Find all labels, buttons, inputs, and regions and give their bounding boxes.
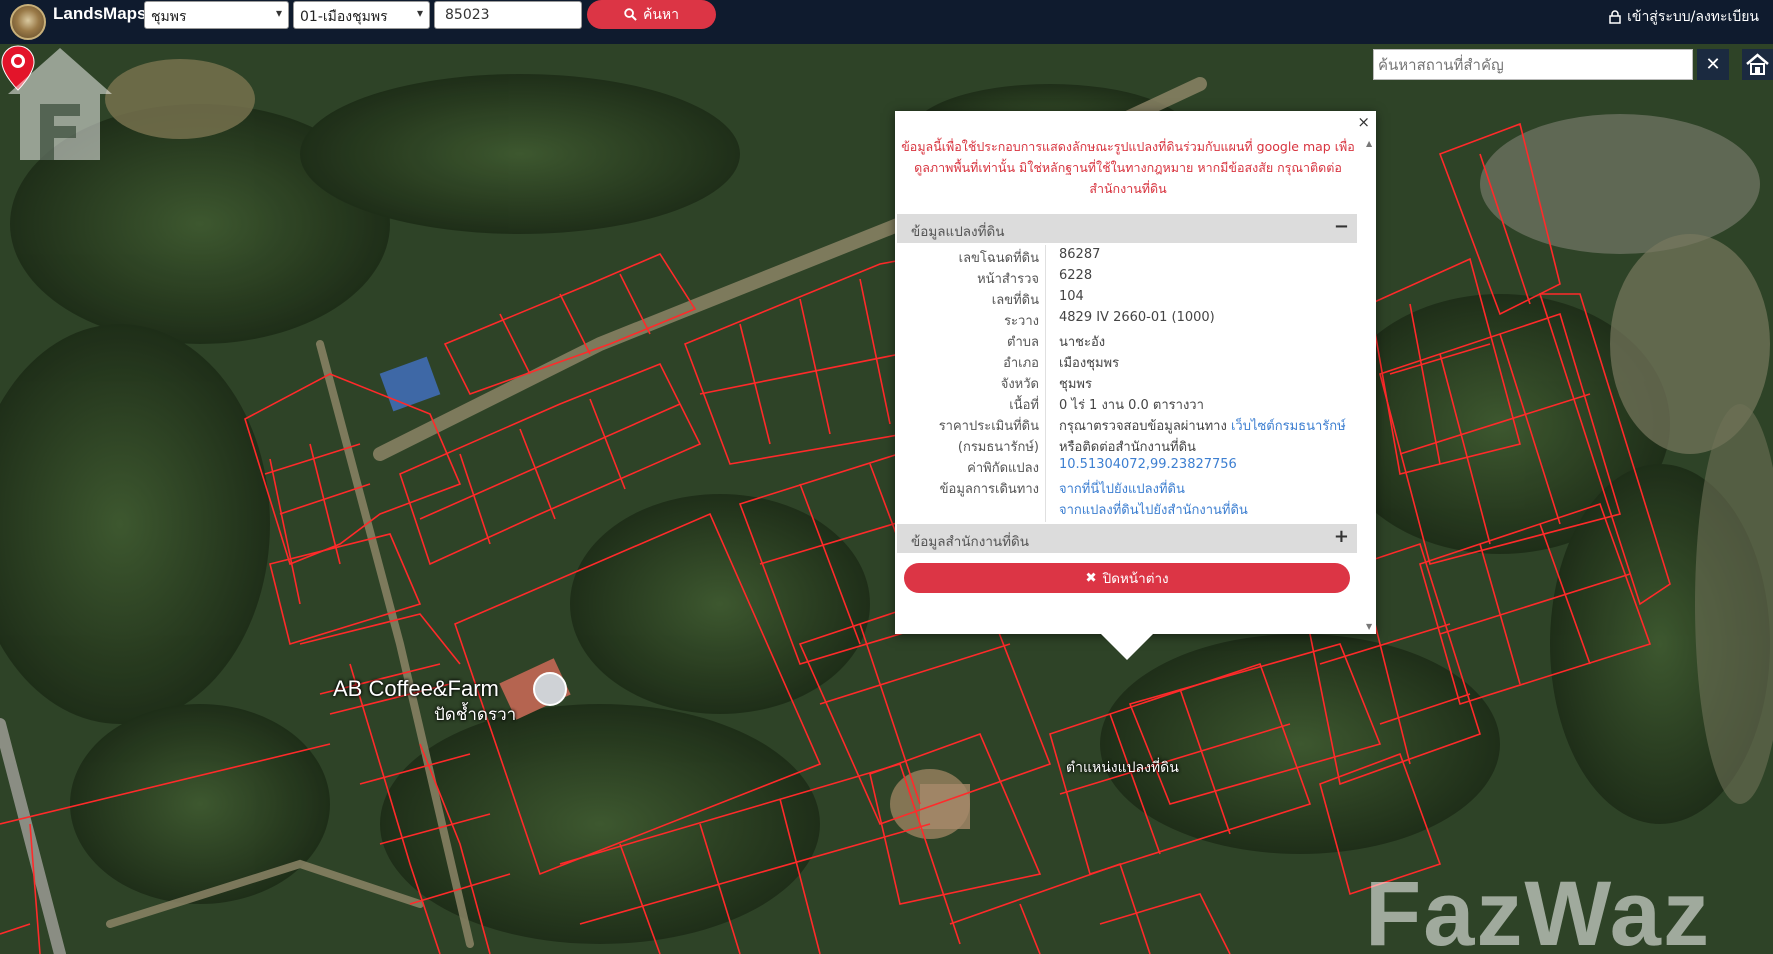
info-row-area: เนื้อที่ 0 ไร่ 1 งาน 0.0 ตารางวา xyxy=(897,392,1357,413)
disclaimer-text: ข้อมูลนี้เพื่อใช้ประกอบการแสดงลักษณะรูปแ… xyxy=(901,139,1355,196)
province-select-value: ชุมพร xyxy=(151,9,187,25)
scroll-up-icon[interactable]: ▲ xyxy=(1366,139,1372,148)
row-label: เลขที่ดิน xyxy=(991,293,1039,308)
search-button[interactable]: ค้นหา xyxy=(587,0,716,29)
row-label: จังหวัด xyxy=(1000,377,1039,392)
lock-icon xyxy=(1609,10,1621,24)
expand-icon[interactable]: + xyxy=(1334,526,1349,547)
top-navbar: LandsMaps ชุมพร ▾ 01-เมืองชุมพร ▾ ค้นหา … xyxy=(0,0,1773,44)
district-select-value: 01-เมืองชุมพร xyxy=(300,9,388,25)
directions-to-office-link[interactable]: จากแปลงที่ดินไปยังสำนักงานที่ดิน xyxy=(1059,499,1248,520)
brand-name[interactable]: LandsMaps xyxy=(53,4,147,24)
chevron-down-icon: ▾ xyxy=(275,6,282,20)
place-search-input[interactable] xyxy=(1373,49,1693,80)
row-label: (กรมธนารักษ์) xyxy=(957,440,1039,455)
land-office-section-header[interactable]: ข้อมูลสำนักงานที่ดิน + xyxy=(897,524,1357,553)
parcel-info-table: เลขโฉนดที่ดิน 86287 หน้าสำรวจ 6228 เลขที… xyxy=(897,245,1357,518)
row-value: กรุณาตรวจสอบข้อมูลผ่านทาง เว็บไซต์กรมธนา… xyxy=(1059,415,1346,436)
row-value: 86287 xyxy=(1059,247,1101,262)
row-value: 0 ไร่ 1 งาน 0.0 ตารางวา xyxy=(1059,398,1204,413)
directions-to-parcel-link[interactable]: จากที่นี่ไปยังแปลงที่ดิน xyxy=(1059,478,1185,499)
row-value: ชุมพร xyxy=(1059,377,1092,392)
section-title: ข้อมูลแปลงที่ดิน xyxy=(911,224,1005,240)
map-canvas[interactable] xyxy=(0,44,1773,954)
watermark-text: FazWaz xyxy=(1365,863,1711,954)
parcel-location-label: ตำแหน่งแปลงที่ดิน xyxy=(1066,760,1179,776)
info-row-subdistrict: ตำบล นาชะอัง xyxy=(897,329,1357,350)
row-label: ค่าพิกัดแปลง xyxy=(967,461,1039,476)
landsmaps-logo[interactable] xyxy=(10,4,46,40)
scroll-down-icon[interactable]: ▼ xyxy=(1366,622,1372,631)
clear-search-button[interactable]: ✕ xyxy=(1697,49,1729,80)
close-window-button[interactable]: ✖ ปิดหน้าต่าง xyxy=(904,563,1350,593)
row-value: 104 xyxy=(1059,289,1084,304)
info-row-province: จังหวัด ชุมพร xyxy=(897,371,1357,392)
search-button-label: ค้นหา xyxy=(642,6,680,23)
price-text: กรุณาตรวจสอบข้อมูลผ่านทาง xyxy=(1059,419,1227,434)
district-select[interactable]: 01-เมืองชุมพร ▾ xyxy=(293,1,430,29)
row-label: ตำบล xyxy=(1007,335,1039,350)
row-label: หน้าสำรวจ xyxy=(977,272,1039,287)
coffee-place-marker[interactable] xyxy=(533,672,567,706)
info-row-survey-page: หน้าสำรวจ 6228 xyxy=(897,266,1357,287)
home-icon xyxy=(1746,53,1769,75)
row-label: เนื้อที่ xyxy=(1009,398,1039,413)
close-x-icon: ✖ xyxy=(1085,570,1097,586)
fazwaz-logo-icon xyxy=(8,48,112,160)
close-window-label: ปิดหน้าต่าง xyxy=(1102,571,1169,587)
info-row-travel: ข้อมูลการเดินทาง จากที่นี่ไปยังแปลงที่ดิ… xyxy=(897,476,1357,497)
info-row-map-sheet: ระวาง 4829 IV 2660-01 (1000) xyxy=(897,308,1357,329)
row-label: เลขโฉนดที่ดิน xyxy=(958,251,1039,266)
popup-pointer xyxy=(1101,634,1153,660)
login-label: เข้าสู่ระบบ/ลงทะเบียน xyxy=(1627,9,1759,25)
info-row-coordinates: ค่าพิกัดแปลง 10.51304072,99.23827756 xyxy=(897,455,1357,476)
search-icon xyxy=(624,8,637,21)
row-label: ราคาประเมินที่ดิน xyxy=(938,419,1039,434)
poi-subtitle: ปัดช้ำดรวา xyxy=(434,705,517,725)
info-row-deed: เลขโฉนดที่ดิน 86287 xyxy=(897,245,1357,266)
chevron-down-icon: ▾ xyxy=(416,6,423,20)
satellite-map[interactable]: AB Coffee&Farm ปัดช้ำดรวา 4008 ตำแหน่งแป… xyxy=(0,44,1773,954)
home-button[interactable] xyxy=(1742,49,1773,80)
info-row-land-number: เลขที่ดิน 104 xyxy=(897,287,1357,308)
collapse-icon[interactable]: − xyxy=(1334,216,1349,237)
coordinates-link[interactable]: 10.51304072,99.23827756 xyxy=(1059,457,1237,472)
info-row-district: อำเภอ เมืองชุมพร xyxy=(897,350,1357,371)
province-select[interactable]: ชุมพร ▾ xyxy=(144,1,289,29)
row-value: 4829 IV 2660-01 (1000) xyxy=(1059,310,1215,325)
parcel-info-popup: × ข้อมูลนี้เพื่อใช้ประกอบการแสดงลักษณะรู… xyxy=(895,111,1376,634)
section-title: ข้อมูลสำนักงานที่ดิน xyxy=(911,534,1030,550)
close-icon[interactable]: × xyxy=(1357,113,1370,131)
parcel-info-section-header[interactable]: ข้อมูลแปลงที่ดิน − xyxy=(897,214,1357,243)
row-value: เมืองชุมพร xyxy=(1059,356,1120,371)
row-value: 6228 xyxy=(1059,268,1093,283)
treasury-website-link[interactable]: เว็บไซต์กรมธนารักษ์ xyxy=(1231,419,1346,434)
row-value: นาชะอัง xyxy=(1059,335,1106,350)
row-label: อำเภอ xyxy=(1003,356,1039,371)
info-row-appraisal: ราคาประเมินที่ดิน กรุณาตรวจสอบข้อมูลผ่าน… xyxy=(897,413,1357,434)
row-value: หรือติดต่อสำนักงานที่ดิน xyxy=(1059,440,1196,455)
info-row-appraisal-2: (กรมธนารักษ์) หรือติดต่อสำนักงานที่ดิน xyxy=(897,434,1357,455)
info-row-travel-2: จากแปลงที่ดินไปยังสำนักงานที่ดิน xyxy=(897,497,1357,518)
row-label: ข้อมูลการเดินทาง xyxy=(939,482,1039,497)
login-link[interactable]: เข้าสู่ระบบ/ลงทะเบียน xyxy=(1609,6,1759,28)
row-label: ระวาง xyxy=(1004,314,1039,329)
popup-scrollbar[interactable]: ▲ ▼ xyxy=(1366,139,1374,631)
poi-name[interactable]: AB Coffee&Farm xyxy=(333,676,499,702)
parcel-number-input[interactable] xyxy=(434,1,582,29)
